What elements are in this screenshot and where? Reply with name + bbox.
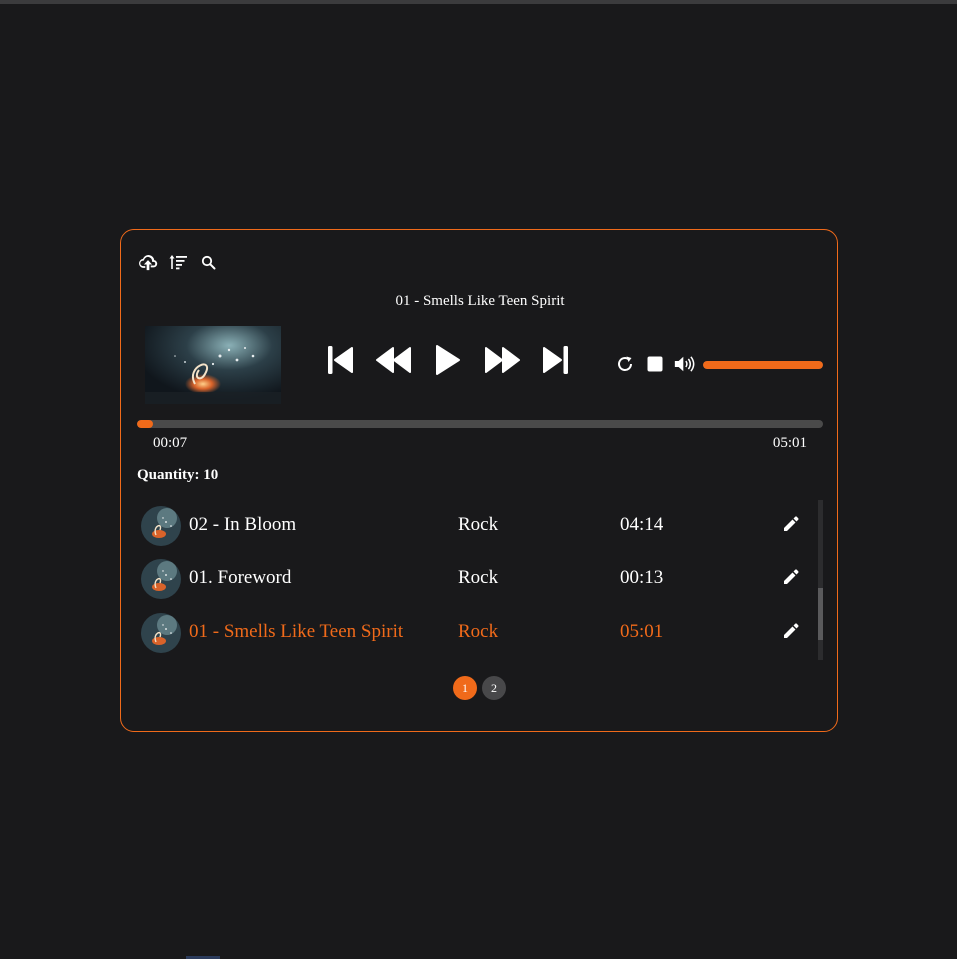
track-list: 02 - In Bloom Rock 04:14 01. Foreword Ro… xyxy=(137,500,817,660)
now-playing-title: 01 - Smells Like Teen Spirit xyxy=(395,293,565,309)
search-icon[interactable] xyxy=(197,250,219,274)
scrollbar-thumb[interactable] xyxy=(818,588,823,640)
repeat-icon[interactable] xyxy=(614,353,636,375)
current-time: 00:07 xyxy=(153,435,188,451)
track-thumbnail xyxy=(141,613,181,653)
skip-next-icon[interactable] xyxy=(537,341,575,379)
volume-slider[interactable] xyxy=(703,361,823,369)
player-toolbar xyxy=(137,250,219,274)
track-title: 02 - In Bloom xyxy=(189,514,297,535)
edit-pencil-icon[interactable] xyxy=(780,620,802,642)
quantity-value: 10 xyxy=(203,467,219,483)
track-title: 01 - Smells Like Teen Spirit xyxy=(189,621,404,642)
total-time: 05:01 xyxy=(772,435,807,451)
quantity-label: Quantity: xyxy=(137,467,200,483)
edit-pencil-icon[interactable] xyxy=(780,566,802,588)
music-player-card: 01 - Smells Like Teen Spirit 00:07 05:01… xyxy=(120,229,838,732)
playback-controls xyxy=(321,341,575,379)
track-duration: 04:14 xyxy=(620,514,664,535)
track-genre: Rock xyxy=(458,621,499,642)
cloud-upload-icon[interactable] xyxy=(137,250,159,274)
track-genre: Rock xyxy=(458,567,499,588)
secondary-controls xyxy=(614,353,696,375)
volume-icon[interactable] xyxy=(674,353,696,375)
track-duration: 05:01 xyxy=(620,621,664,642)
fast-forward-icon[interactable] xyxy=(483,341,521,379)
track-row[interactable]: 01. Foreword Rock 00:13 xyxy=(137,553,817,606)
seek-bar[interactable] xyxy=(137,420,823,428)
rewind-icon[interactable] xyxy=(375,341,413,379)
pagination: 1 2 xyxy=(453,676,506,700)
album-cover-image xyxy=(145,326,281,404)
track-row-active[interactable]: 01 - Smells Like Teen Spirit Rock 05:01 xyxy=(137,607,817,660)
page-button-2[interactable]: 2 xyxy=(482,676,506,700)
track-duration: 00:13 xyxy=(620,567,664,588)
track-thumbnail xyxy=(141,559,181,599)
window-top-border xyxy=(0,0,957,4)
stop-icon[interactable] xyxy=(644,353,666,375)
track-row[interactable]: 02 - In Bloom Rock 04:14 xyxy=(137,500,817,553)
page-button-1[interactable]: 1 xyxy=(453,676,477,700)
track-genre: Rock xyxy=(458,514,499,535)
skip-previous-icon[interactable] xyxy=(321,341,359,379)
sort-icon[interactable] xyxy=(167,250,189,274)
track-quantity: Quantity: 10 xyxy=(137,467,218,484)
seek-bar-fill xyxy=(137,420,153,428)
volume-slider-fill xyxy=(703,361,823,369)
edit-pencil-icon[interactable] xyxy=(780,513,802,535)
play-icon[interactable] xyxy=(429,341,467,379)
track-thumbnail xyxy=(141,506,181,546)
track-title: 01. Foreword xyxy=(189,567,292,588)
track-list-scrollbar[interactable] xyxy=(818,500,823,660)
